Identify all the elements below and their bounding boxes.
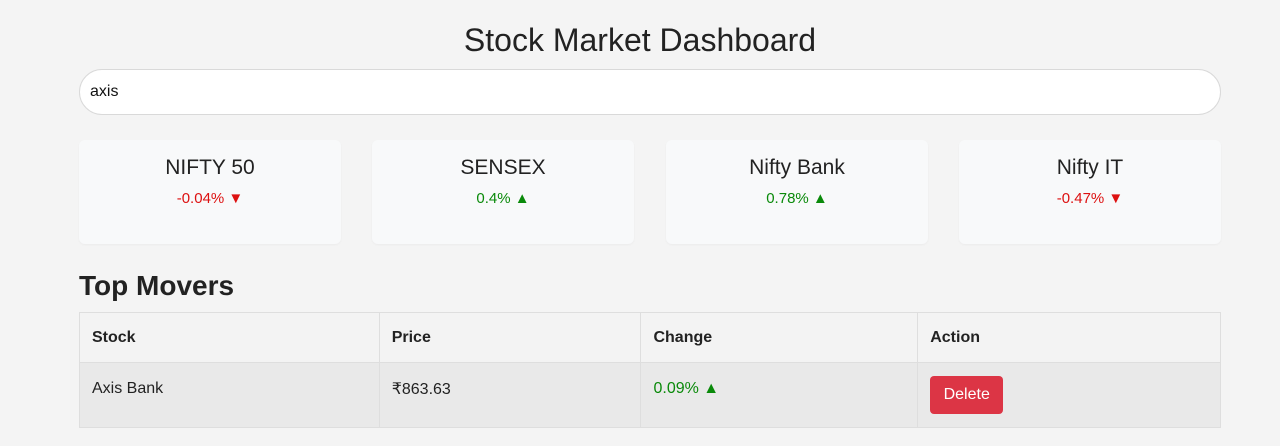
action-cell: Delete	[917, 362, 1221, 428]
column-header-stock: Stock	[79, 312, 380, 363]
column-header-action: Action	[917, 312, 1221, 363]
index-name: NIFTY 50	[165, 156, 255, 179]
price-cell: ₹863.63	[378, 362, 642, 428]
change-cell: 0.09% ▲	[640, 362, 919, 428]
search-input[interactable]	[79, 69, 1221, 115]
top-movers-table: Stock Price Change Action Axis Bank ₹863…	[79, 312, 1221, 428]
delete-button[interactable]: Delete	[930, 376, 1004, 414]
index-name: SENSEX	[460, 156, 546, 179]
index-card-nifty-50: NIFTY 50 -0.04% ▼	[79, 140, 341, 244]
top-movers-title: Top Movers	[79, 270, 235, 301]
index-name: Nifty IT	[1056, 156, 1124, 179]
column-header-change: Change	[640, 312, 919, 363]
stock-name: Axis Bank	[92, 380, 164, 397]
index-cards: NIFTY 50 -0.04% ▼ SENSEX 0.4% ▲ Nifty Ba…	[79, 140, 1221, 244]
stock-price: ₹863.63	[391, 381, 451, 398]
index-change: -0.04% ▼	[176, 190, 244, 207]
column-header-price: Price	[378, 312, 642, 363]
dashboard-page: Stock Market Dashboard NIFTY 50 -0.04% ▼…	[0, 0, 1280, 446]
stock-change: 0.09% ▲	[653, 380, 720, 397]
index-card-nifty-bank: Nifty Bank 0.78% ▲	[666, 140, 928, 244]
index-name: Nifty Bank	[749, 156, 845, 179]
index-change: 0.78% ▲	[766, 190, 828, 207]
table-header-row: Stock Price Change Action	[79, 312, 1221, 363]
page-title: Stock Market Dashboard	[463, 22, 817, 58]
index-card-sensex: SENSEX 0.4% ▲	[372, 140, 634, 244]
index-change: 0.4% ▲	[476, 190, 530, 207]
stock-cell: Axis Bank	[79, 362, 380, 428]
index-card-nifty-it: Nifty IT -0.47% ▼	[959, 140, 1221, 244]
index-change: -0.47% ▼	[1056, 190, 1124, 207]
table-row: Axis Bank ₹863.63 0.09% ▲ Delete	[79, 362, 1221, 428]
